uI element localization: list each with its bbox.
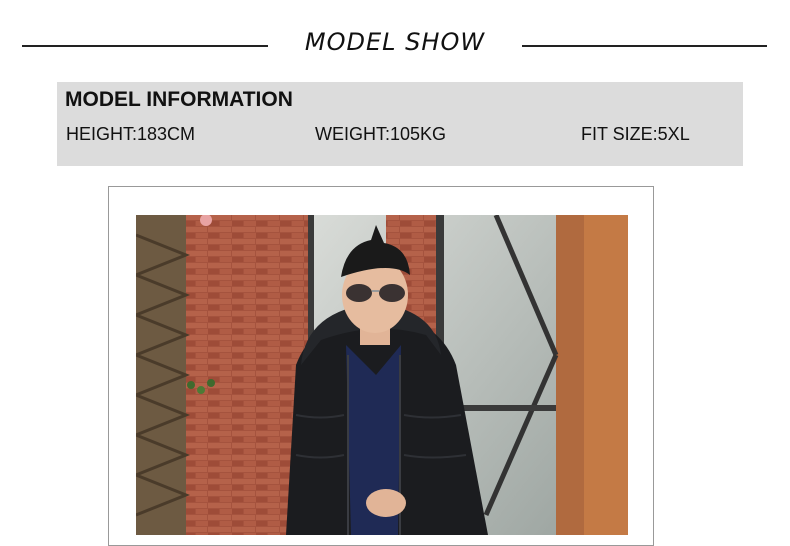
model-information-heading: MODEL INFORMATION [65, 88, 293, 111]
page-title: MODEL SHOW [304, 28, 486, 56]
model-weight: WEIGHT:105KG [315, 124, 447, 144]
model-photo [136, 215, 628, 535]
model-information-panel: MODEL INFORMATION HEIGHT:183CM WEIGHT:10… [57, 82, 743, 166]
model-height: HEIGHT:183CM [66, 124, 196, 144]
model-fit-size: FIT SIZE:5XL [581, 124, 690, 144]
